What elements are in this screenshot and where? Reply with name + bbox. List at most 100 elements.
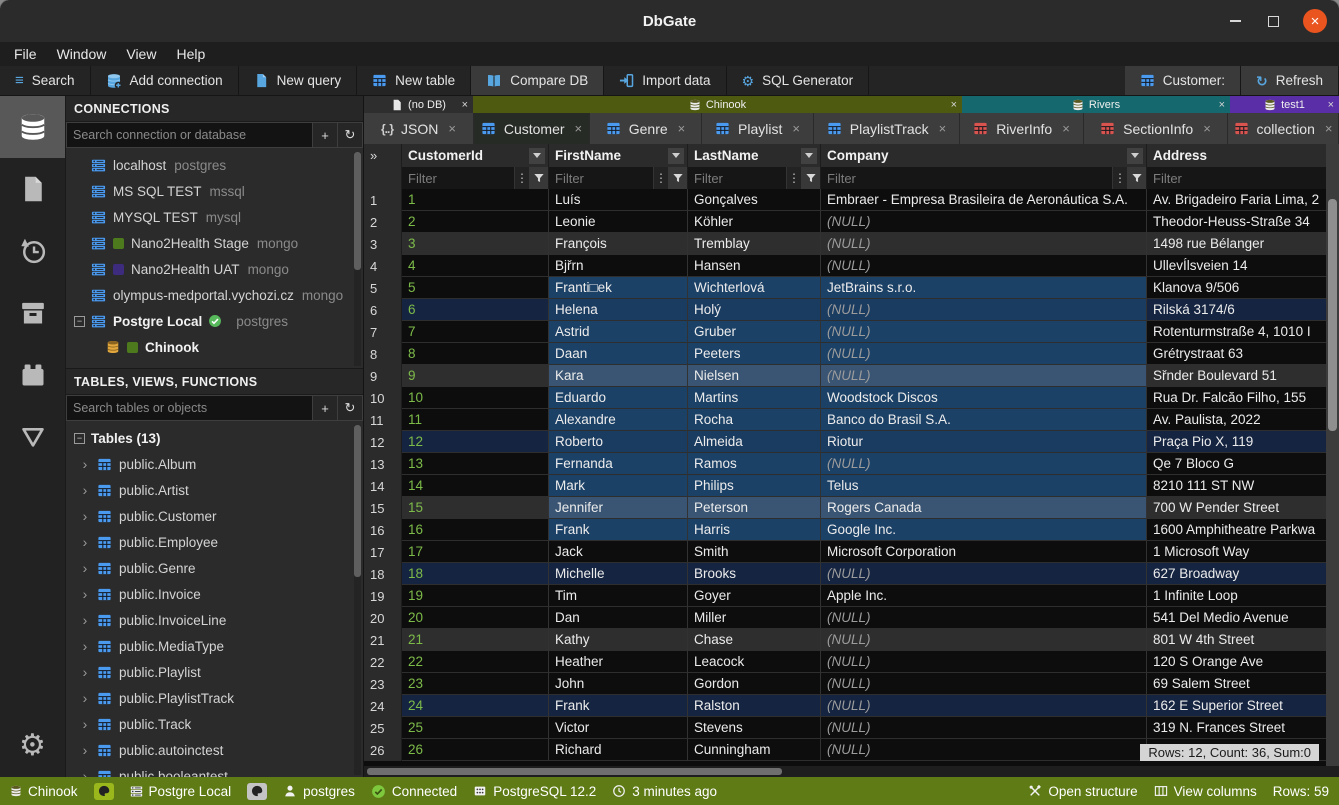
cell-address[interactable]: 162 E Superior Street [1147,695,1327,717]
close-group-icon[interactable]: × [1219,99,1225,111]
filter-input-company[interactable] [821,167,1112,189]
tab-genre[interactable]: Genre× [590,113,702,144]
table-item[interactable]: ›public.InvoiceLine [66,607,363,633]
cell-customerid[interactable]: 23 [402,673,549,695]
cell-address[interactable]: 700 W Pender Street [1147,497,1327,519]
cell-company[interactable]: (NULL) [821,453,1147,475]
close-tab-icon[interactable]: × [1203,121,1211,136]
tables-refresh-icon[interactable]: ↻ [338,395,363,421]
cell-address[interactable]: Av. Paulista, 2022 [1147,409,1327,431]
cell-lastname[interactable]: Peeters [688,343,821,365]
chevron-right-icon[interactable]: › [80,482,90,498]
close-group-icon[interactable]: × [1328,99,1334,111]
table-item[interactable]: ›public.Track [66,711,363,737]
cell-lastname[interactable]: Philips [688,475,821,497]
cell-company[interactable]: (NULL) [821,233,1147,255]
cell-lastname[interactable]: Tremblay [688,233,821,255]
close-tab-icon[interactable]: × [575,121,583,136]
connection-item[interactable]: Chinook [66,334,363,360]
cell-company[interactable]: (NULL) [821,673,1147,695]
cell-firstname[interactable]: Alexandre [549,409,688,431]
column-dropdown-icon[interactable] [1127,148,1143,164]
toolbar-button-add-connection[interactable]: Add connection [91,66,239,95]
cell-firstname[interactable]: Bjřrn [549,255,688,277]
cell-address[interactable]: UllevÍlsveien 14 [1147,255,1327,277]
row-number[interactable]: 22 [364,651,402,673]
cell-customerid[interactable]: 20 [402,607,549,629]
cell-company[interactable]: (NULL) [821,321,1147,343]
row-number[interactable]: 15 [364,497,402,519]
cell-address[interactable]: Rua Dr. Falcăo Filho, 155 [1147,387,1327,409]
status-open-structure[interactable]: Open structure [1028,784,1137,799]
cell-lastname[interactable]: Hansen [688,255,821,277]
toolbar-button-import-data[interactable]: Import data [604,66,726,95]
table-item[interactable]: ›public.Artist [66,477,363,503]
tab-customer[interactable]: Customer× [474,113,590,144]
cell-customerid[interactable]: 26 [402,739,549,761]
cell-company[interactable]: (NULL) [821,365,1147,387]
row-number[interactable]: 5 [364,277,402,299]
cell-lastname[interactable]: Ramos [688,453,821,475]
db-group--no-DB-[interactable]: (no DB)× [364,96,473,113]
scrollbar-thumb[interactable] [367,768,782,775]
cell-customerid[interactable]: 2 [402,211,549,233]
table-item[interactable]: ›public.MediaType [66,633,363,659]
filter-input-firstname[interactable] [549,167,653,189]
cell-company[interactable]: (NULL) [821,607,1147,629]
row-number[interactable]: 12 [364,431,402,453]
db-group-test1[interactable]: test1× [1230,96,1339,113]
row-number[interactable]: 2 [364,211,402,233]
cell-lastname[interactable]: Smith [688,541,821,563]
sidebar-item-connections[interactable] [0,96,65,158]
cell-lastname[interactable]: Gordon [688,673,821,695]
cell-address[interactable]: 120 S Orange Ave [1147,651,1327,673]
cell-lastname[interactable]: Holý [688,299,821,321]
cell-customerid[interactable]: 11 [402,409,549,431]
cell-firstname[interactable]: Frank [549,519,688,541]
connection-item[interactable]: −Postgre Localpostgres [66,308,363,334]
cell-lastname[interactable]: Cunningham [688,739,821,761]
connection-item[interactable]: olympus-medportal.vychozi.czmongo [66,282,363,308]
table-item[interactable]: ›public.Invoice [66,581,363,607]
column-dropdown-icon[interactable] [529,148,545,164]
tables-scrollbar[interactable] [354,425,361,775]
funnel-icon[interactable] [668,167,687,189]
minimize-icon[interactable] [1227,13,1243,29]
close-group-icon[interactable]: × [951,99,957,111]
cell-address[interactable]: Praça Pio X, 119 [1147,431,1327,453]
db-group-Chinook[interactable]: Chinook× [473,96,962,113]
cell-company[interactable]: Banco do Brasil S.A. [821,409,1147,431]
cell-company[interactable]: Google Inc. [821,519,1147,541]
column-header-address[interactable]: Address [1147,144,1327,167]
row-number[interactable]: 10 [364,387,402,409]
row-number[interactable]: 8 [364,343,402,365]
cell-customerid[interactable]: 25 [402,717,549,739]
cell-firstname[interactable]: Daan [549,343,688,365]
cell-address[interactable]: 8210 111 ST NW [1147,475,1327,497]
connection-item[interactable]: MS SQL TESTmssql [66,178,363,204]
db-group-Rivers[interactable]: Rivers× [962,96,1230,113]
collapse-icon[interactable]: − [74,316,85,327]
toolbar-button-refresh[interactable]: ↻Refresh [1241,66,1339,95]
cell-company[interactable]: Riotur [821,431,1147,453]
close-group-icon[interactable]: × [462,99,468,111]
connection-item[interactable]: Nano2Health Stagemongo [66,230,363,256]
row-number[interactable]: 17 [364,541,402,563]
chevron-right-icon[interactable]: › [80,768,90,777]
table-item[interactable]: ›public.booleantest [66,763,363,777]
cell-address[interactable]: 541 Del Medio Avenue [1147,607,1327,629]
cell-company[interactable]: (NULL) [821,255,1147,277]
cell-lastname[interactable]: Stevens [688,717,821,739]
cell-firstname[interactable]: Heather [549,651,688,673]
row-number[interactable]: 24 [364,695,402,717]
cell-address[interactable]: Theodor-Heuss-Straße 34 [1147,211,1327,233]
sidebar-item-archive[interactable] [0,282,65,344]
table-item[interactable]: ›public.Album [66,451,363,477]
cell-lastname[interactable]: Miller [688,607,821,629]
cell-lastname[interactable]: Gonçalves [688,189,821,211]
cell-customerid[interactable]: 19 [402,585,549,607]
cell-address[interactable]: Rotenturmstraße 4, 1010 I [1147,321,1327,343]
cell-firstname[interactable]: Fernanda [549,453,688,475]
filter-menu-icon[interactable]: ⋮ [786,167,801,189]
cell-firstname[interactable]: Franti□ek [549,277,688,299]
